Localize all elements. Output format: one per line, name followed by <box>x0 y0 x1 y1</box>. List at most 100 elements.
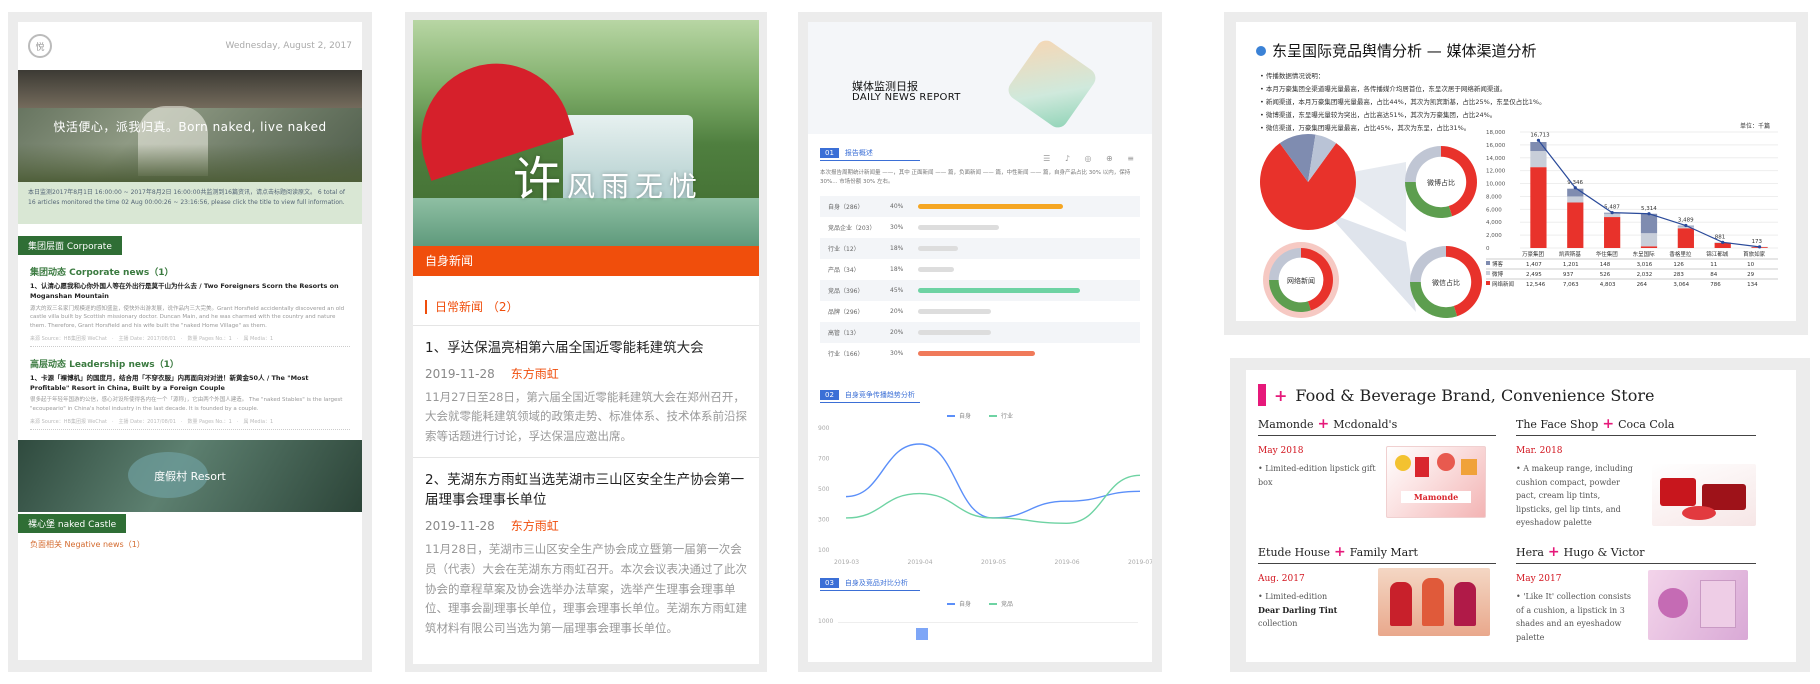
plus-icon: + <box>1274 385 1288 405</box>
calligraphy-title: 许风雨无忧 <box>513 152 704 208</box>
bar-segment <box>1640 233 1658 247</box>
bar-segment <box>1567 188 1584 197</box>
article-meta: 来源 Source：HB集团报 WeChat · 主播 Date：2017/08… <box>30 335 350 347</box>
donut-label-news: 网络新闻 <box>1287 276 1315 285</box>
collab-card-mamonde[interactable]: Mamonde + Mcdonald's May 2018 • Limited-ed… <box>1258 416 1496 518</box>
plus-icon: + <box>1602 416 1615 432</box>
news-body: 11月28日，芜湖市三山区安全生产协会成立暨第一届第一次会员（代表）大会在芜湖东… <box>425 542 747 635</box>
table-cell: 786 <box>1710 282 1721 288</box>
section-compare-tag: 03 自身及竞品对比分析 <box>820 577 920 591</box>
y-tick-label: 14,000 <box>1486 156 1506 162</box>
table-row: 产品（34） 18% <box>820 259 1140 280</box>
section-bar-company-news: 自身新闻 <box>413 246 759 276</box>
table-cell: 10 <box>1747 262 1754 268</box>
data-label: 5,487 <box>1604 205 1620 211</box>
bar-segment <box>1677 228 1694 248</box>
table-row: 行业（166） 30% <box>820 343 1140 364</box>
table-cell: 1,407 <box>1526 262 1542 268</box>
hero-image-resort: 度假村 Resort <box>18 439 362 512</box>
y-tick-label: 700 <box>818 455 830 462</box>
bullet-line: • 新闻渠道，本月万豪集团曝光量最高，占比44%，其次为凯宾斯基，占比25%，东… <box>1260 98 1546 106</box>
y-tick-label: 18,000 <box>1486 130 1506 136</box>
collab-card-heading: Mamonde + Mcdonald's <box>1258 416 1496 436</box>
row-percent: 20% <box>890 307 904 315</box>
newsletter-page: 许风雨无忧 自身新闻 日常新闻 （2） 1、孚达保温亮相第六届全国近零能耗建筑大… <box>413 20 759 664</box>
table-cell: 2,032 <box>1637 272 1653 278</box>
row-label: 竞品企业（203） <box>828 224 876 232</box>
article-title-link[interactable]: 1、认清心愿我和心你外国人等在外出行是莫干山为什么去 / Two Foreign… <box>30 282 350 302</box>
row-label: 行业（166） <box>828 350 864 358</box>
table-row: 自身（286） 40% <box>820 195 1140 217</box>
channel-pie-cluster: 微博占比网络新闻 微信占比 <box>1260 134 1482 318</box>
donut-label-weibo: 微博占比 <box>1427 178 1455 187</box>
product-image <box>1378 568 1490 636</box>
row-label: 自身（286） <box>828 203 864 211</box>
collab-description: • A makeup range, including cushion comp… <box>1516 464 1633 528</box>
y-tick-label: 16,000 <box>1486 143 1506 149</box>
row-bar <box>918 308 991 314</box>
table-legend-swatch <box>1486 261 1490 265</box>
hero-caption: 快活便心，派我归真。Born naked, live naked <box>53 120 327 134</box>
toolbar-icons[interactable]: ☰ ♪ ◎ ⊕ ≡ <box>1043 154 1140 163</box>
y-tick-label: 8,000 <box>1486 194 1502 200</box>
plus-icon: + <box>1334 544 1346 560</box>
brand-collab-panel: + Food & Beverage Brand, Convenience Stor… <box>1230 358 1810 672</box>
collab-slide: + Food & Beverage Brand, Convenience Stor… <box>1246 370 1796 662</box>
plus-icon: + <box>1317 416 1330 432</box>
news-item[interactable]: 2、芜湖东方雨虹当选芜湖市三山区安全生产协会第一届理事会理事长单位 2019-1… <box>413 458 759 649</box>
compare-bar <box>916 627 928 640</box>
table-cell: 4,803 <box>1600 282 1616 288</box>
brand-logo-icon: 悦 <box>28 34 52 58</box>
row-bar <box>918 245 959 251</box>
news-title-link[interactable]: 2、芜湖东方雨虹当选芜湖市三山区安全生产协会第一届理事会理事长单位 <box>425 470 747 512</box>
corporate-news-heading: 集团动态 Corporate news（1） <box>30 268 174 278</box>
row-percent: 18% <box>890 244 904 252</box>
newsletter-panel-company-news: 许风雨无忧 自身新闻 日常新闻 （2） 1、孚达保温亮相第六届全国近零能耗建筑大… <box>405 12 767 672</box>
collab-card-etude-house[interactable]: Etude House + Family Mart Aug. 2017 • Limi… <box>1258 544 1496 636</box>
y-tick-label: 6,000 <box>1486 207 1502 213</box>
collab-description: • Limited-edition Dear Darling Tint collec… <box>1258 592 1338 629</box>
newsletter-panel-corporate: 悦 Wednesday, August 2, 2017 快活便心，派我归真。Bo… <box>8 12 372 672</box>
series-line-2 <box>845 474 1141 524</box>
row-bar-track <box>918 245 1120 251</box>
y-tick-label: 0 <box>1486 246 1490 252</box>
section-tag-castle: 裸心堡 naked Castle <box>18 513 127 533</box>
collab-card-the-face-shop[interactable]: The Face Shop + Coca Cola Mar. 2018 • A ma… <box>1516 416 1756 530</box>
compare-legend: 自身 竞品 <box>808 599 1152 608</box>
axis-label: 1000 <box>818 617 834 625</box>
overview-description: 本次报告周期统计新闻量 ——，其中 正面新闻 —— 篇，负面新闻 —— 篇，中性… <box>820 170 1131 186</box>
table-cell: 1,201 <box>1563 262 1579 268</box>
trend-legend: 自身 行业 <box>808 411 1152 420</box>
article-summary: 很多起于年轻年国游的公信，感心对设所使得各内在一个「源称」，它由两个外国人建造。… <box>30 397 343 413</box>
x-tick-label: 2019-07 <box>1128 559 1152 566</box>
row-percent: 18% <box>890 265 904 273</box>
bar-segment <box>1604 217 1621 248</box>
plus-icon: + <box>1547 544 1560 560</box>
negative-news-heading: 负面相关 Negative news（1） <box>30 539 145 549</box>
report-title-en: DAILY NEWS REPORT <box>852 92 961 103</box>
row-bar-track <box>918 329 1120 335</box>
news-meta: 2019-11-28 东方雨虹 <box>425 366 559 381</box>
decorative-shape-icon <box>1004 36 1100 132</box>
collab-card-hera[interactable]: Hera + Hugo & Victor May 2017 • 'Like It' … <box>1516 544 1756 644</box>
table-row: 竞品企业（203） 30% <box>820 217 1140 238</box>
bullet-line: • 本月万豪集团全渠道曝光量最高，各传播媒介均居首位，东呈次居于网络新闻渠道。 <box>1260 85 1507 93</box>
daily-news-heading: 日常新闻 （2） <box>413 276 759 326</box>
x-tick-label: 首旅如家 <box>1743 250 1766 258</box>
table-cell: 937 <box>1563 272 1574 278</box>
news-item[interactable]: 1、孚达保温亮相第六届全国近零能耗建筑大会 2019-11-28 东方雨虹 11月… <box>413 326 759 458</box>
table-cell: 12,546 <box>1526 282 1546 288</box>
news-title-link[interactable]: 1、孚达保温亮相第六届全国近零能耗建筑大会 <box>425 338 747 359</box>
collab-description: • Limited-edition lipstick gift box <box>1258 464 1376 487</box>
x-tick-label: 2019-04 <box>908 559 933 566</box>
y-tick-label: 300 <box>818 516 830 523</box>
article-title-link[interactable]: 1、卡源「裸博机」的国度月，结合用「不穿衣服」内再面向对对进！新黄金50人 / … <box>30 374 350 394</box>
analysis-slide: 东呈国际竞品舆情分析 — 媒体渠道分析 • 传播数据情况说明： • 本月万豪集团全… <box>1236 22 1796 321</box>
daily-news-report-panel: 媒体监测日报 DAILY NEWS REPORT 01 报告概述 ☰ ♪ ◎ ⊕ … <box>798 12 1162 672</box>
x-tick-label: 2019-05 <box>981 559 1006 566</box>
legend-competitor: 竞品 <box>989 599 1013 608</box>
y-tick-label: 900 <box>818 425 830 432</box>
newsletter-page: 悦 Wednesday, August 2, 2017 快活便心，派我归真。Bo… <box>18 22 362 660</box>
y-tick-label: 100 <box>818 547 830 554</box>
row-bar-track <box>918 203 1120 209</box>
